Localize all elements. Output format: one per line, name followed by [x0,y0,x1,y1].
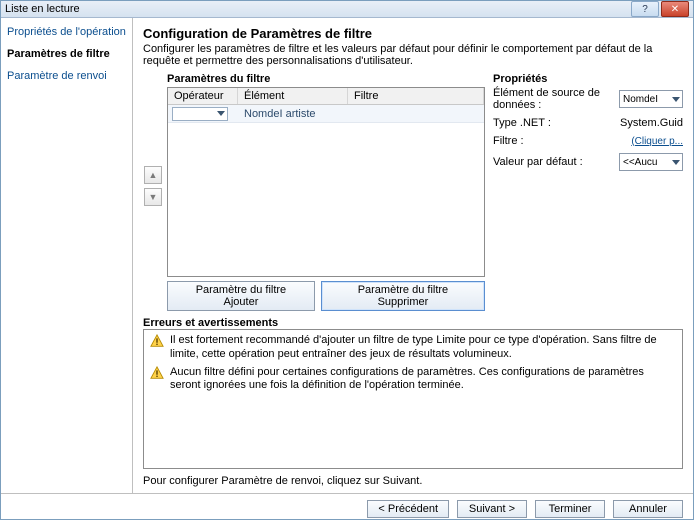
col-header-operator: Opérateur [168,88,238,104]
operator-dropdown[interactable] [172,107,228,121]
wizard-sidebar: Propriétés de l'opération Paramètres de … [1,18,133,493]
col-header-element: Élément [238,88,348,104]
finish-button[interactable]: Terminer [535,500,605,518]
page-description: Configurer les paramètres de filtre et l… [143,43,683,67]
sidebar-item-operation-properties[interactable]: Propriétés de l'opération [7,26,126,38]
prop-default-value: <<Aucu [623,157,657,168]
back-button[interactable]: < Précédent [367,500,449,518]
prop-datasource-label: Élément de source de données : [493,87,613,111]
wizard-footer: < Précédent Suivant > Terminer Annuler [1,493,693,524]
page-heading: Configuration de Paramètres de filtre [143,26,683,41]
remove-filter-button[interactable]: Paramètre du filtre Supprimer [321,281,485,311]
footer-hint: Pour configurer Paramètre de renvoi, cli… [143,475,683,487]
add-filter-button[interactable]: Paramètre du filtre Ajouter [167,281,315,311]
chevron-down-icon [672,160,680,165]
warning-item: Il est fortement recommandé d'ajouter un… [150,334,676,362]
chevron-down-icon [217,111,225,116]
move-up-button[interactable]: ▲ [144,166,162,184]
filter-element-cell: NomdeI artiste [238,108,348,120]
prop-type-value: System.Guid [620,117,683,129]
cancel-button[interactable]: Annuler [613,500,683,518]
dialog-window: Liste en lecture ? ✕ Propriétés de l'opé… [0,0,694,520]
warnings-section-label: Erreurs et avertissements [143,317,683,329]
help-button[interactable]: ? [631,1,659,17]
titlebar: Liste en lecture ? ✕ [1,1,693,18]
prop-filter-link[interactable]: (Cliquer p... [631,136,683,147]
warning-text: Il est fortement recommandé d'ajouter un… [170,334,676,362]
warning-item: Aucun filtre défini pour certaines confi… [150,366,676,394]
filters-table: ▲ ▼ Opérateur Élément Filtre [167,87,485,277]
filters-section-label: Paramètres du filtre [167,73,485,85]
close-button[interactable]: ✕ [661,1,689,17]
prop-type-label: Type .NET : [493,117,614,129]
prop-default-label: Valeur par défaut : [493,156,613,168]
window-title: Liste en lecture [5,3,80,15]
col-header-filter: Filtre [348,88,484,104]
warning-icon [150,366,164,380]
filter-row[interactable]: NomdeI artiste [168,105,484,123]
sidebar-item-return-parameter[interactable]: Paramètre de renvoi [7,70,126,82]
prop-default-dropdown[interactable]: <<Aucu [619,153,683,171]
prop-datasource-value: NomdeI [623,94,658,105]
properties-section-label: Propriétés [493,73,683,85]
chevron-down-icon [672,97,680,102]
prop-datasource-dropdown[interactable]: NomdeI [619,90,683,108]
prop-filter-label: Filtre : [493,135,625,147]
sidebar-item-filter-parameters[interactable]: Paramètres de filtre [7,48,126,60]
next-button[interactable]: Suivant > [457,500,527,518]
warnings-box: Il est fortement recommandé d'ajouter un… [143,329,683,469]
move-down-button[interactable]: ▼ [144,188,162,206]
warning-icon [150,334,164,348]
warning-text: Aucun filtre défini pour certaines confi… [170,366,676,394]
window-buttons: ? ✕ [631,1,689,17]
